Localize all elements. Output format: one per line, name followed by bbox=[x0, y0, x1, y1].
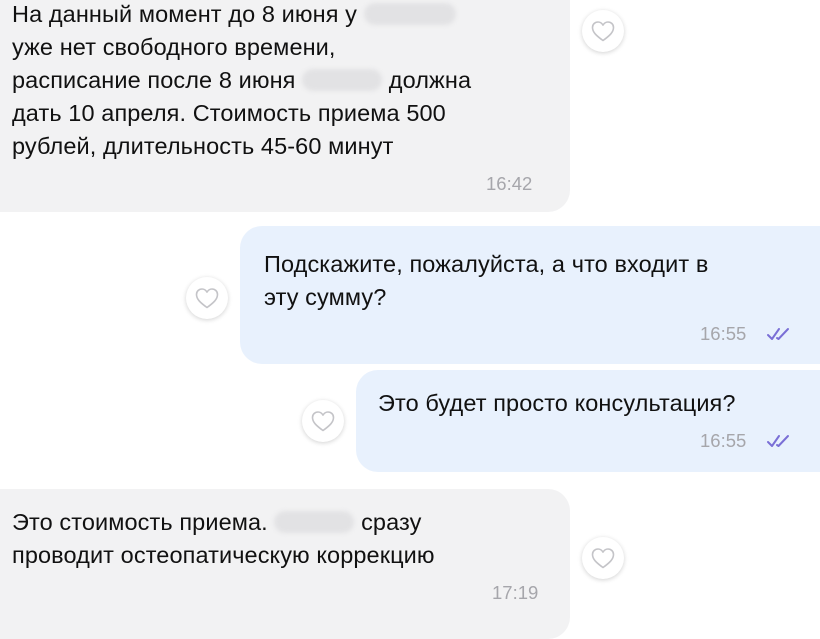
double-check-icon bbox=[767, 435, 789, 447]
redacted-name bbox=[302, 69, 383, 91]
message-line: эту сумму? bbox=[264, 284, 387, 310]
message-line: Это стоимость приема. bbox=[12, 509, 268, 535]
message-line: проводит остеопатическую коррекцию bbox=[12, 542, 435, 568]
message-line: уже нет свободного времени, bbox=[12, 34, 336, 60]
heart-outline-icon bbox=[195, 288, 219, 309]
message-bubble-outgoing[interactable]: Это будет просто консультация? 16:55 bbox=[356, 370, 820, 472]
reaction-button[interactable] bbox=[186, 277, 228, 319]
heart-outline-icon bbox=[591, 21, 615, 42]
message-line: должна bbox=[388, 67, 472, 93]
message-line: сразу bbox=[361, 509, 422, 535]
message-timestamp: 16:42 bbox=[486, 173, 533, 194]
message-text: Подскажите, пожалуйста, а что входит в э… bbox=[264, 248, 708, 314]
redacted-name bbox=[363, 3, 456, 25]
heart-outline-icon bbox=[311, 411, 335, 432]
message-line: расписание после 8 июня bbox=[12, 67, 296, 93]
message-line: рублей, длительность 45-60 минут bbox=[12, 133, 394, 159]
redacted-name bbox=[274, 511, 355, 533]
heart-outline-icon bbox=[591, 548, 615, 569]
message-bubble-incoming[interactable]: Это стоимость приема. сразу проводит ост… bbox=[0, 489, 570, 639]
message-line: На данный момент до 8 июня у bbox=[12, 1, 358, 27]
reaction-button[interactable] bbox=[582, 537, 624, 579]
message-bubble-outgoing[interactable]: Подскажите, пожалуйста, а что входит в э… bbox=[240, 226, 820, 364]
message-text: На данный момент до 8 июня у уже нет сво… bbox=[12, 0, 471, 163]
double-check-icon bbox=[767, 328, 789, 340]
message-timestamp: 17:19 bbox=[492, 582, 539, 603]
reaction-button[interactable] bbox=[302, 400, 344, 442]
message-text: Это будет просто консультация? bbox=[378, 387, 736, 420]
message-line: Подскажите, пожалуйста, а что входит в bbox=[264, 251, 709, 277]
message-timestamp: 16:55 bbox=[700, 430, 747, 451]
message-line: дать 10 апреля. Стоимость приема 500 bbox=[12, 100, 446, 126]
reaction-button[interactable] bbox=[582, 10, 624, 52]
message-line: Это будет просто консультация? bbox=[378, 390, 736, 416]
message-timestamp: 16:55 bbox=[700, 323, 747, 344]
message-text: Это стоимость приема. сразу проводит ост… bbox=[12, 506, 435, 572]
message-bubble-incoming[interactable]: На данный момент до 8 июня у уже нет сво… bbox=[0, 0, 570, 212]
